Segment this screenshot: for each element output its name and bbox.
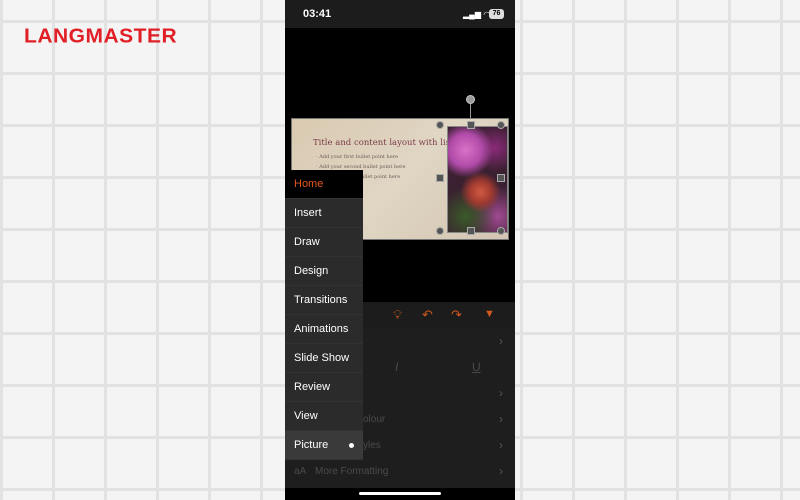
- langmaster-logo: LANGMASTER: [24, 25, 178, 48]
- menu-item-label: Picture: [294, 439, 329, 451]
- rotate-handle[interactable]: [466, 95, 475, 104]
- resize-handle[interactable]: [467, 121, 475, 129]
- menu-item-insert[interactable]: Insert: [285, 199, 363, 228]
- more-formatting[interactable]: More Formatting: [315, 466, 388, 477]
- chevron-right-icon[interactable]: ›: [499, 412, 503, 426]
- redo-icon[interactable]: ↷: [451, 307, 462, 323]
- resize-handle[interactable]: [436, 174, 444, 182]
- menu-item-draw[interactable]: Draw: [285, 228, 363, 257]
- menu-item-picture[interactable]: Picture: [285, 431, 363, 460]
- colour-row-label[interactable]: olour: [363, 414, 385, 425]
- chevron-right-icon[interactable]: ›: [499, 386, 503, 400]
- menu-item-design[interactable]: Design: [285, 257, 363, 286]
- chevron-right-icon[interactable]: ›: [499, 438, 503, 452]
- underline-icon[interactable]: U: [472, 360, 481, 374]
- collapse-ribbon-icon[interactable]: ▼: [484, 308, 495, 320]
- menu-item-home[interactable]: Home: [285, 170, 363, 199]
- undo-icon[interactable]: ↶: [422, 307, 433, 323]
- phone-screen: 03:41 ▂▄▆ ◠ 76 Title and content layout …: [285, 0, 515, 500]
- text-size-icon: aA: [294, 466, 307, 477]
- slide-bullet: · Add your first bullet point here: [316, 154, 399, 160]
- resize-handle[interactable]: [467, 227, 475, 235]
- resize-handle[interactable]: [497, 121, 505, 129]
- menu-item-transitions[interactable]: Transitions: [285, 286, 363, 315]
- resize-handle[interactable]: [497, 174, 505, 182]
- resize-handle[interactable]: [436, 121, 444, 129]
- home-indicator[interactable]: [359, 492, 441, 495]
- chevron-right-icon[interactable]: ›: [499, 334, 503, 348]
- battery-icon: 76: [489, 9, 504, 19]
- signal-wifi-icon: ▂▄▆ ◠: [463, 10, 491, 19]
- menu-item-slide-show[interactable]: Slide Show: [285, 344, 363, 373]
- status-bar: 03:41 ▂▄▆ ◠ 76: [285, 0, 515, 28]
- menu-item-review[interactable]: Review: [285, 373, 363, 402]
- styles-row-label[interactable]: yles: [363, 440, 381, 451]
- clock: 03:41: [303, 8, 332, 20]
- menu-item-view[interactable]: View: [285, 402, 363, 431]
- resize-handle[interactable]: [436, 227, 444, 235]
- menu-item-animations[interactable]: Animations: [285, 315, 363, 344]
- lightbulb-icon[interactable]: 💡︎: [393, 307, 402, 323]
- slide-title: Title and content layout with list: [313, 138, 454, 148]
- chevron-right-icon[interactable]: ›: [499, 464, 503, 478]
- italic-icon[interactable]: I: [395, 360, 398, 374]
- bullet-text: Add your first bullet point here: [319, 154, 399, 160]
- resize-handle[interactable]: [497, 227, 505, 235]
- ribbon-tab-menu: Home Insert Draw Design Transitions Anim…: [285, 170, 363, 460]
- context-dot-icon: [349, 443, 354, 448]
